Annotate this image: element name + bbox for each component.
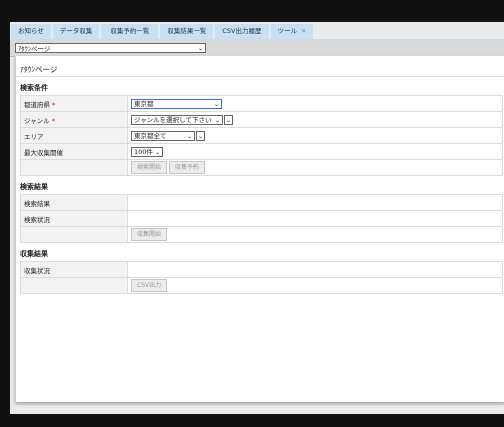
search-result-row: 検索結果	[20, 194, 503, 211]
max-count-label: 最大収集開催	[24, 148, 63, 157]
tab-label: お知らせ	[18, 27, 44, 35]
sub-genre-select[interactable]: ⌄	[224, 114, 233, 125]
search-status-value-cell	[127, 210, 503, 227]
max-count-value: 100件	[134, 147, 153, 156]
area-row: エリア 東京都全て ⌄ ⌄	[20, 127, 503, 144]
genre-label: ジャンル	[24, 116, 50, 125]
collect-status-row: 収集状況	[20, 261, 503, 278]
area-value: 東京都全て	[134, 131, 167, 140]
device-bezel-top	[0, 0, 504, 22]
page-select-value: ｱﾀｳﾝページ	[18, 45, 51, 53]
area-select[interactable]: 東京都全て ⌄	[131, 130, 195, 141]
chevron-down-icon: ⌄	[197, 45, 203, 52]
area-label: エリア	[24, 132, 44, 141]
genre-value: ジャンルを選択して下さい	[134, 115, 212, 124]
device-bezel-left	[0, 22, 10, 414]
required-mark: *	[51, 116, 55, 125]
sub-area-select[interactable]: ⌄	[196, 130, 205, 141]
close-icon[interactable]: ✕	[301, 27, 306, 35]
genre-value-cell: ジャンルを選択して下さい ⌄ ⌄	[127, 111, 503, 128]
prefecture-select[interactable]: 東京都 ⌄	[131, 98, 222, 109]
chevron-down-icon: ⌄	[198, 132, 204, 140]
search-status-label: 検索状況	[24, 215, 50, 224]
search-buttons-cell: 検索開始 収集予約	[127, 159, 503, 176]
search-buttons-label-cell	[20, 159, 128, 176]
search-result-label-cell: 検索結果	[20, 194, 128, 211]
max-count-label-cell: 最大収集開催	[20, 143, 128, 160]
app-screen: お知らせ データ収集 収集予約一覧 収集結果一覧 CSV出力履歴 ツール ✕ ｱﾀ…	[10, 22, 504, 414]
collect-button-cell: 収集開始	[127, 226, 503, 243]
csv-button-label-cell	[20, 277, 128, 294]
tab-bar: お知らせ データ収集 収集予約一覧 収集結果一覧 CSV出力履歴 ツール ✕	[10, 22, 504, 39]
max-count-value-cell: 100件 ⌄	[127, 143, 503, 160]
tab-label: データ収集	[59, 27, 93, 35]
search-results-table: 検索結果 検索状況 収集開始	[20, 194, 503, 243]
search-results-title: 検索結果	[20, 183, 48, 191]
search-result-value-cell	[127, 194, 503, 211]
prefecture-row: 都道府県 * 東京都 ⌄	[20, 95, 503, 112]
page-select-bar: ｱﾀｳﾝページ ⌄	[10, 39, 504, 57]
tab-results-list[interactable]: 収集結果一覧	[160, 24, 214, 39]
tab-news[interactable]: お知らせ	[11, 24, 51, 39]
tab-data-collection[interactable]: データ収集	[52, 24, 100, 39]
search-conditions-table: 都道府県 * 東京都 ⌄ ジャンル * ジャンルを選択して下さい ⌄ ⌄ エリア 東京都全…	[20, 95, 503, 176]
genre-label-cell: ジャンル *	[20, 111, 128, 128]
search-start-button[interactable]: 検索開始	[131, 161, 168, 174]
tab-label: 収集結果一覧	[167, 27, 207, 35]
page-select[interactable]: ｱﾀｳﾝページ ⌄	[15, 43, 206, 53]
chevron-down-icon: ⌄	[154, 148, 160, 156]
panel-title: ｱﾀｳﾝページ	[16, 56, 504, 77]
device-bezel-bottom	[0, 414, 504, 427]
chevron-down-icon: ⌄	[213, 100, 219, 108]
chevron-down-icon: ⌄	[186, 132, 192, 140]
max-count-select[interactable]: 100件 ⌄	[131, 146, 163, 157]
max-count-row: 最大収集開催 100件 ⌄	[20, 143, 503, 160]
collect-results-title: 収集結果	[20, 250, 48, 258]
collect-button-label-cell	[20, 226, 128, 243]
collect-start-button[interactable]: 収集開始	[131, 228, 168, 241]
tab-tools[interactable]: ツール ✕	[270, 24, 314, 39]
area-label-cell: エリア	[20, 127, 128, 144]
search-buttons-row: 検索開始 収集予約	[20, 159, 503, 176]
csv-button-row: CSV出力	[20, 277, 503, 294]
tab-label: 収集予約一覧	[110, 27, 150, 35]
tab-csv-history[interactable]: CSV出力履歴	[215, 24, 269, 39]
genre-row: ジャンル * ジャンルを選択して下さい ⌄ ⌄	[20, 111, 503, 128]
prefecture-label-cell: 都道府県 *	[20, 95, 128, 112]
tab-reservation-list[interactable]: 収集予約一覧	[101, 24, 159, 39]
search-result-label: 検索結果	[24, 199, 50, 208]
collect-status-label-cell: 収集状況	[20, 261, 128, 278]
search-status-label-cell: 検索状況	[20, 210, 128, 227]
chevron-down-icon: ⌄	[214, 116, 220, 124]
collect-status-label: 収集状況	[24, 266, 50, 275]
area-value-cell: 東京都全て ⌄ ⌄	[127, 127, 503, 144]
required-mark: *	[52, 100, 56, 109]
csv-button-cell: CSV出力	[127, 277, 503, 294]
collect-results-table: 収集状況 CSV出力	[20, 261, 503, 294]
prefecture-label: 都道府県	[24, 100, 50, 109]
main-panel: ｱﾀｳﾝページ 検索条件 都道府県 * 東京都 ⌄ ジャンル * ジャンルを選択して下…	[15, 56, 504, 402]
collect-button-row: 収集開始	[20, 226, 503, 243]
genre-select[interactable]: ジャンルを選択して下さい ⌄	[131, 114, 223, 125]
search-status-row: 検索状況	[20, 210, 503, 227]
tab-label: CSV出力履歴	[222, 27, 262, 35]
search-conditions-title: 検索条件	[20, 84, 48, 92]
prefecture-value: 東京都	[134, 99, 154, 108]
prefecture-value-cell: 東京都 ⌄	[127, 95, 503, 112]
tab-label: ツール	[277, 27, 298, 35]
chevron-down-icon: ⌄	[226, 116, 232, 124]
collect-status-value-cell	[127, 261, 503, 278]
collect-reserve-button[interactable]: 収集予約	[169, 161, 206, 174]
csv-export-button[interactable]: CSV出力	[131, 279, 168, 292]
